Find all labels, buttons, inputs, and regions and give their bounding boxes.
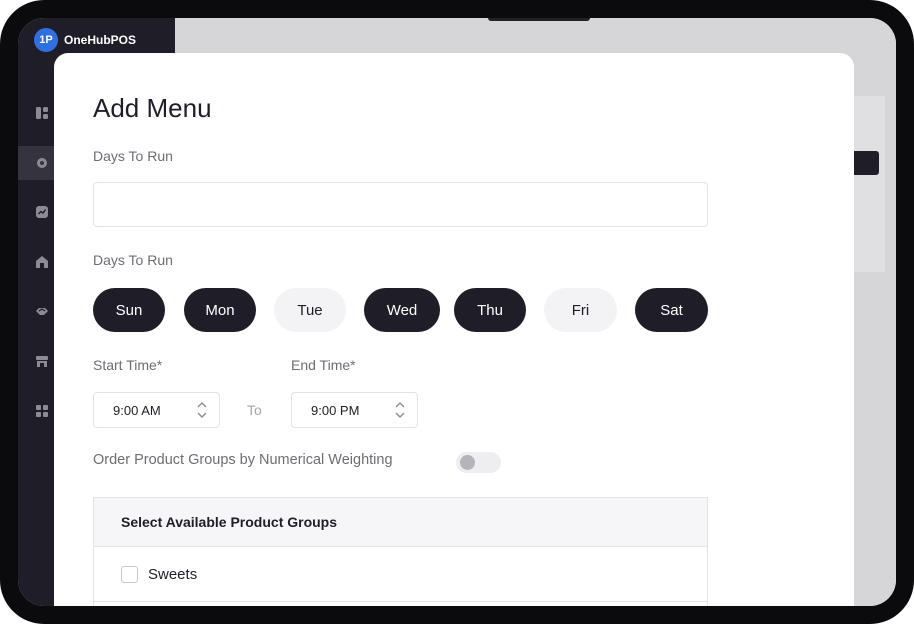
settings-icon: [37, 158, 47, 168]
end-time-input[interactable]: 9:00 PM: [291, 392, 418, 428]
brand[interactable]: 1P OneHubPOS: [34, 28, 136, 52]
apps-icon: [36, 405, 48, 417]
start-time-value: 9:00 AM: [113, 403, 161, 418]
day-chip-sat[interactable]: Sat: [635, 288, 708, 332]
product-groups-header: Select Available Product Groups: [94, 498, 707, 547]
to-label: To: [247, 402, 262, 418]
weighting-label: Order Product Groups by Numerical Weight…: [93, 452, 393, 468]
day-chip-mon[interactable]: Mon: [184, 288, 256, 332]
weighting-toggle[interactable]: [456, 452, 501, 473]
start-time-label: Start Time*: [93, 357, 163, 373]
product-group-checkbox[interactable]: [121, 565, 138, 583]
product-groups-header-label: Select Available Product Groups: [121, 514, 338, 530]
shop-icon: [36, 356, 48, 367]
product-group-row[interactable]: Sweets: [94, 547, 707, 602]
store-icon: [36, 256, 48, 268]
product-group-label: Sweets: [148, 565, 198, 583]
product-groups-table: Select Available Product Groups Sweets: [93, 497, 708, 606]
day-chip-thu[interactable]: Thu: [454, 288, 526, 332]
screen: 1P OneHubPOS Add Menu Days To Run Days T…: [18, 18, 896, 606]
brand-logo: 1P: [34, 28, 58, 52]
modal-title: Add Menu: [93, 93, 212, 123]
days-select-label: Days To Run: [93, 252, 173, 268]
day-chip-sun[interactable]: Sun: [93, 288, 165, 332]
end-time-value: 9:00 PM: [311, 403, 360, 418]
start-time-stepper-icon[interactable]: [196, 400, 208, 420]
toggle-knob: [460, 455, 475, 470]
device-frame: 1P OneHubPOS Add Menu Days To Run Days T…: [0, 0, 914, 624]
add-menu-modal: Add Menu Days To Run Days To Run Sun Mon…: [54, 53, 854, 606]
dashboard-icon: [36, 107, 48, 119]
brand-name: OneHubPOS: [64, 33, 137, 47]
camera-notch: [488, 18, 590, 21]
days-to-run-input[interactable]: [93, 182, 708, 227]
reports-icon: [36, 206, 48, 218]
end-time-stepper-icon[interactable]: [394, 400, 406, 420]
day-chip-fri[interactable]: Fri: [544, 288, 617, 332]
start-time-input[interactable]: 9:00 AM: [93, 392, 220, 428]
days-field-label: Days To Run: [93, 148, 173, 164]
end-time-label: End Time*: [291, 357, 356, 373]
day-chip-tue[interactable]: Tue: [274, 288, 346, 332]
day-chip-wed[interactable]: Wed: [364, 288, 440, 332]
handshake-icon: [36, 308, 48, 315]
